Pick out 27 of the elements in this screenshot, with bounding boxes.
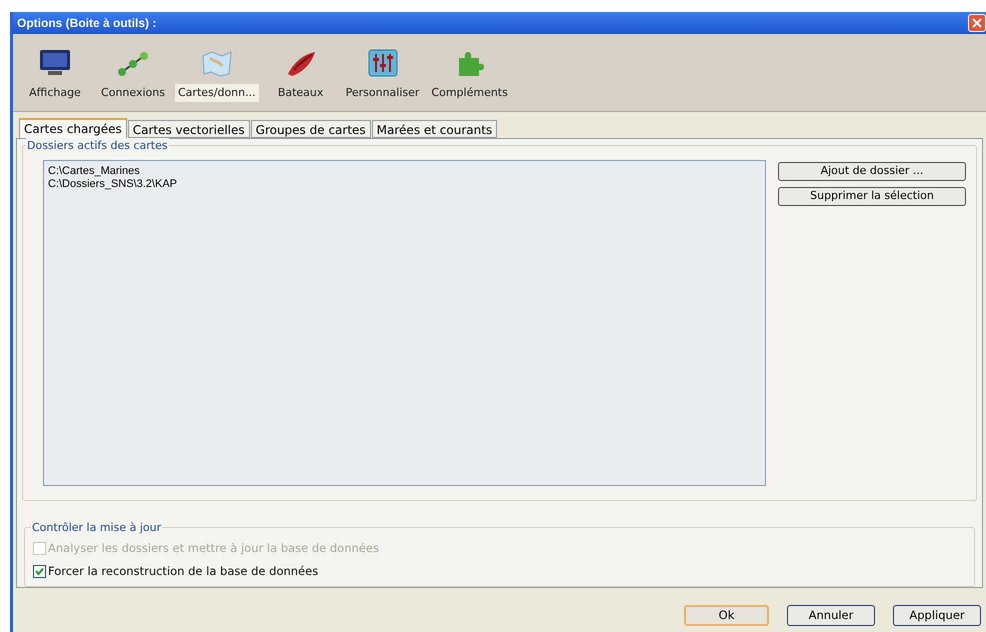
toolbar-item[interactable]: Bateaux <box>274 84 326 102</box>
group-title: Contrôler la mise à jour <box>31 520 162 536</box>
side-button[interactable]: Ajout de dossier ... <box>778 162 966 181</box>
tab[interactable]: Cartes chargées <box>19 118 127 138</box>
toolbar-item[interactable]: Affichage <box>26 84 84 102</box>
toolbar-item[interactable]: Personnaliser <box>342 84 422 102</box>
window-title: Options (Boite à outils) : <box>17 15 156 32</box>
checkbox-label: Analyser les dossiers et mettre à jour la base de données <box>48 540 379 556</box>
dialog-button[interactable]: Ok <box>684 605 769 626</box>
tab[interactable]: Groupes de cartes <box>250 120 371 138</box>
dialog-button[interactable]: Appliquer <box>893 605 981 626</box>
folder-path[interactable]: C:\Cartes_Marines <box>48 165 761 178</box>
toolbar-item[interactable]: Connexions <box>98 84 168 102</box>
close-icon <box>972 18 982 28</box>
checkbox[interactable] <box>33 564 46 578</box>
checkbox-label: Forcer la reconstruction de la base de données <box>48 562 318 580</box>
dialog-button[interactable]: Annuler <box>787 605 875 626</box>
side-button[interactable]: Supprimer la sélection <box>778 187 966 206</box>
folder-path[interactable]: C:\Dossiers_SNS\3.2\KAP <box>48 178 761 191</box>
tab[interactable]: Cartes vectorielles <box>128 120 250 138</box>
monitor-icon <box>38 48 72 78</box>
toolbar-item[interactable]: Cartes/donn... <box>175 84 259 102</box>
sliders-icon <box>366 48 400 78</box>
close-button[interactable] <box>968 14 986 32</box>
tab[interactable]: Marées et courants <box>372 120 498 138</box>
folder-list[interactable]: C:\Cartes_Marines C:\Dossiers_SNS\3.2\KAP <box>43 160 766 486</box>
toolbar-item[interactable]: Compléments <box>428 84 511 102</box>
